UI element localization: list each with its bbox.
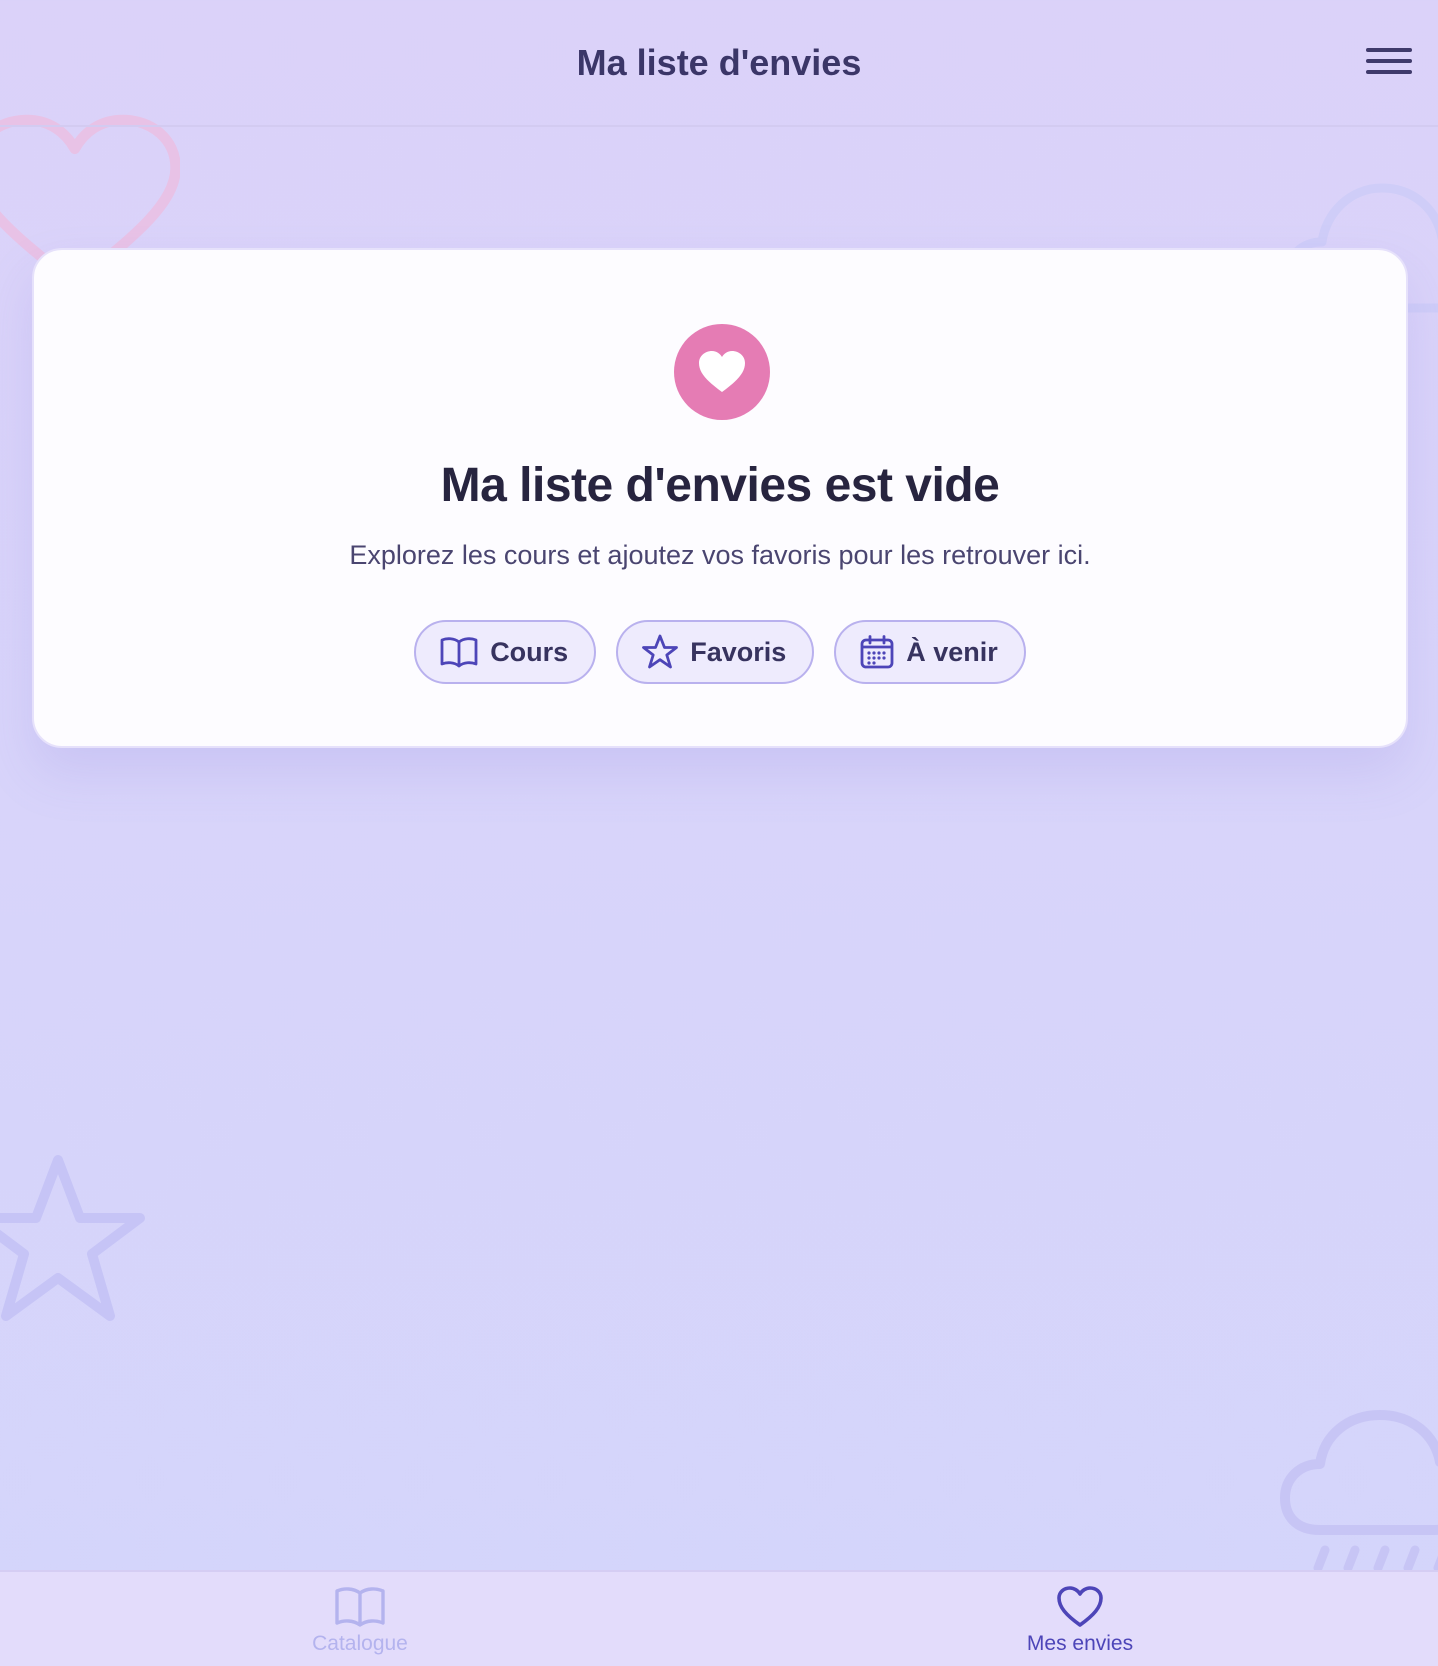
decorative-rain-cloud-icon <box>1280 1410 1438 1570</box>
nav-item-catalogue[interactable]: Catalogue <box>260 1586 460 1656</box>
nav-label: Mes envies <box>1026 1632 1134 1655</box>
decorative-star-icon <box>0 1155 145 1321</box>
chip-label: Cours <box>490 636 569 667</box>
empty-wishlist-card: Ma liste d'envies est vide Explorez les … <box>32 248 1408 748</box>
upcoming-chip[interactable]: À venir <box>834 620 1026 684</box>
shortcut-chips: Cours Favoris À venir <box>34 620 1406 684</box>
hamburger-menu-icon[interactable] <box>1366 48 1412 82</box>
page-title: Ma liste d'envies <box>576 42 862 83</box>
chip-label: À venir <box>906 636 998 667</box>
heart-icon <box>1057 1586 1103 1627</box>
favorites-chip[interactable]: Favoris <box>616 620 815 684</box>
calendar-icon <box>860 635 894 669</box>
bottom-navigation: Catalogue Mes envies <box>0 1570 1438 1666</box>
courses-chip[interactable]: Cours <box>414 620 597 684</box>
star-icon <box>642 634 679 669</box>
empty-state-title: Ma liste d'envies est vide <box>440 459 1000 512</box>
empty-state-subtitle: Explorez les cours et ajoutez vos favori… <box>349 540 1091 570</box>
book-open-icon <box>440 637 478 668</box>
heart-icon <box>674 324 770 420</box>
book-open-icon <box>335 1587 385 1627</box>
nav-item-mes-envies[interactable]: Mes envies <box>980 1586 1180 1656</box>
nav-label: Catalogue <box>312 1632 408 1655</box>
chip-label: Favoris <box>690 636 787 667</box>
top-bar: Ma liste d'envies <box>0 0 1438 127</box>
